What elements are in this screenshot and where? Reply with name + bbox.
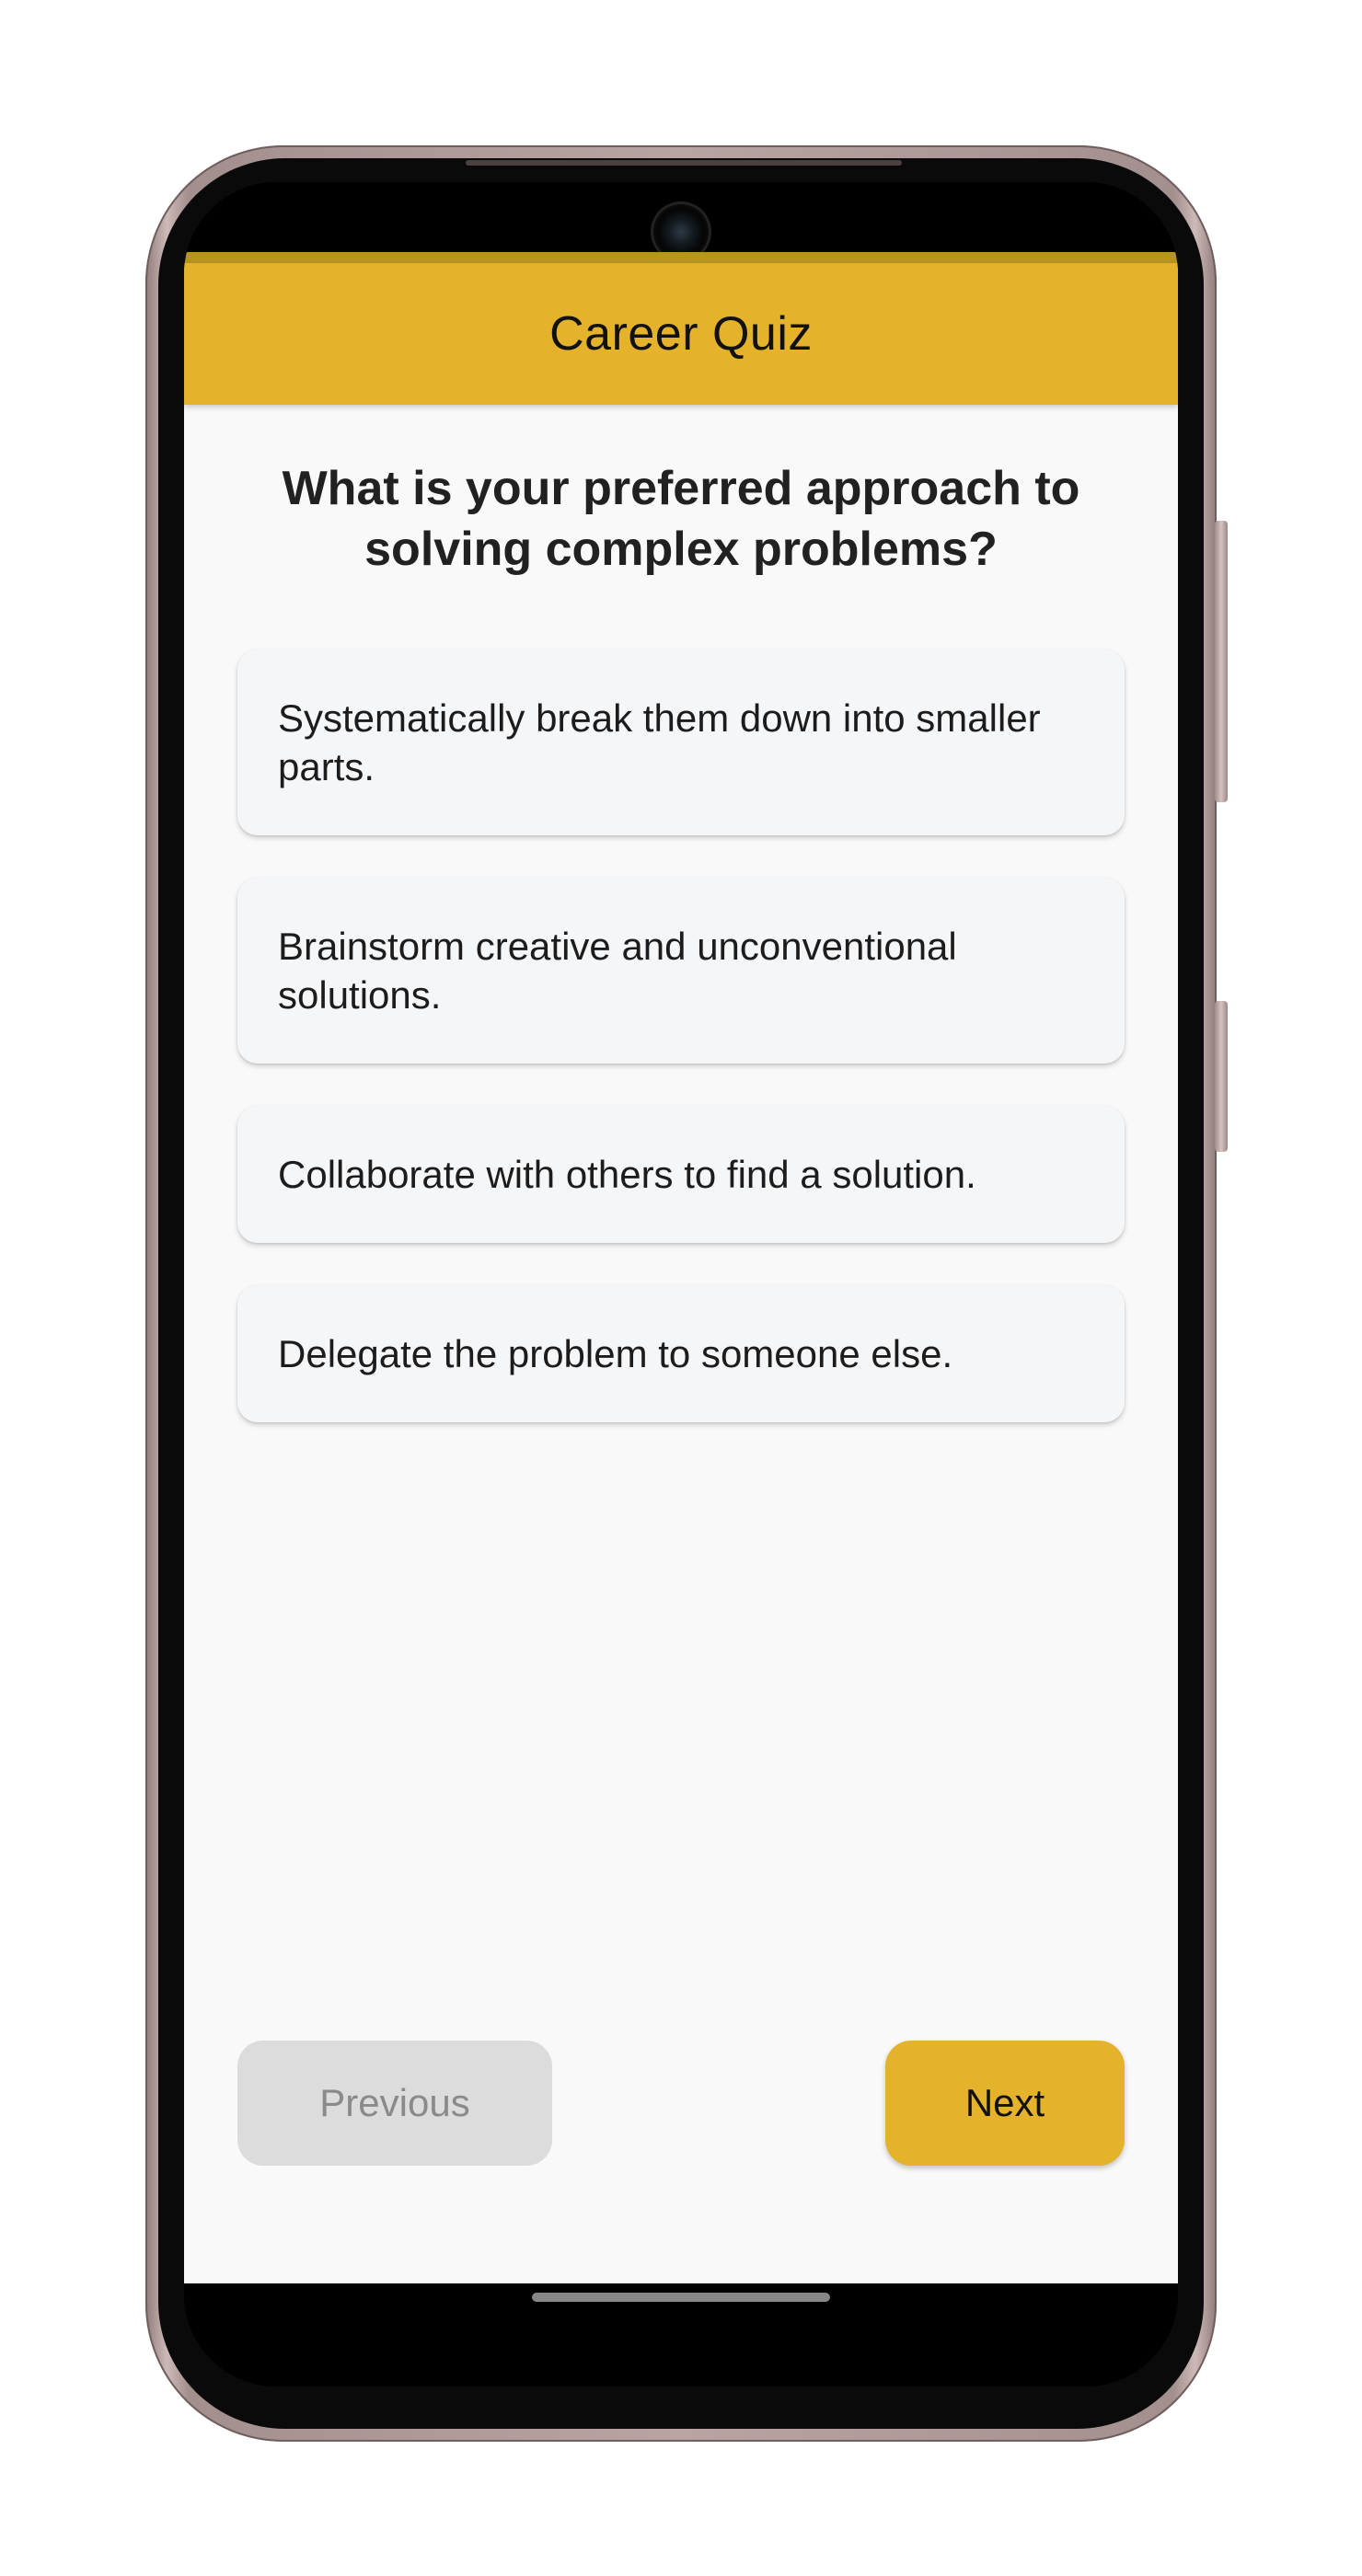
quiz-screen: Career Quiz What is your preferred appro… <box>184 263 1178 2283</box>
power-button <box>1215 1001 1228 1152</box>
answer-option-1[interactable]: Systematically break them down into smal… <box>237 650 1125 835</box>
previous-button[interactable]: Previous <box>237 2041 552 2166</box>
app-bar: Career Quiz <box>184 263 1178 405</box>
answer-option-3[interactable]: Collaborate with others to find a soluti… <box>237 1106 1125 1243</box>
volume-button <box>1215 521 1228 802</box>
home-indicator[interactable] <box>532 2293 830 2302</box>
answer-options: Systematically break them down into smal… <box>237 650 1125 1465</box>
device-screen: Career Quiz What is your preferred appro… <box>184 182 1178 2386</box>
question-text: What is your preferred approach to solvi… <box>282 462 1080 576</box>
front-camera-icon <box>653 204 709 259</box>
app-title: Career Quiz <box>549 307 813 361</box>
status-bar <box>184 252 1178 263</box>
quiz-navigation: Previous Next <box>237 2041 1125 2166</box>
next-button[interactable]: Next <box>885 2041 1125 2166</box>
answer-option-2[interactable]: Brainstorm creative and unconventional s… <box>237 878 1125 1064</box>
answer-option-4[interactable]: Delegate the problem to someone else. <box>237 1285 1125 1422</box>
earpiece-speaker <box>466 160 902 166</box>
